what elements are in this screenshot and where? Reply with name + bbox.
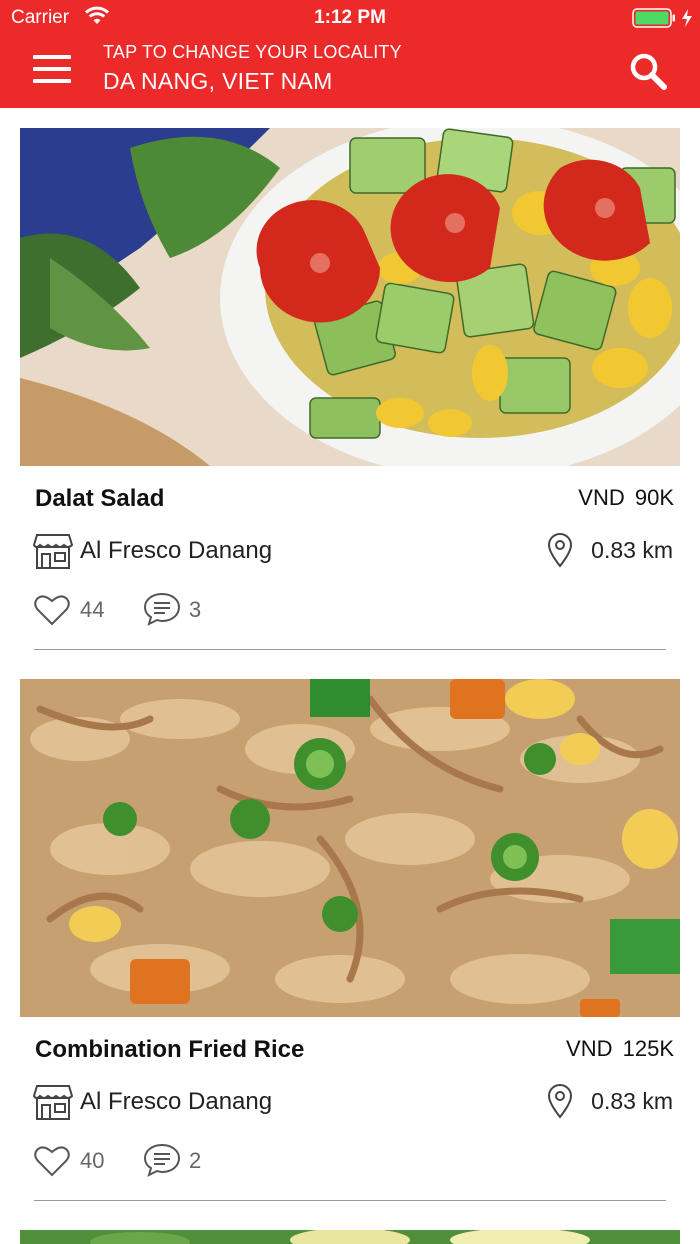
salad-photo[interactable] — [20, 128, 680, 466]
locality-name: DA NANG, VIET NAM — [103, 68, 333, 94]
distance: 0.83 km — [591, 537, 673, 563]
status-time: 1:12 PM — [314, 7, 386, 28]
battery-icon — [632, 8, 675, 28]
likes-count: 44 — [80, 597, 105, 622]
comment-icon[interactable] — [143, 1142, 181, 1178]
next-dish-photo[interactable] — [20, 1230, 680, 1244]
divider — [34, 649, 666, 650]
store-icon — [33, 1085, 73, 1120]
search-icon[interactable] — [628, 52, 670, 92]
heart-icon[interactable] — [33, 593, 71, 627]
hamburger-menu-icon[interactable] — [30, 52, 74, 88]
fried-rice-photo[interactable] — [20, 679, 680, 1017]
comment-icon[interactable] — [143, 591, 181, 627]
comments-count: 2 — [189, 1148, 202, 1173]
dish-price: VND 125K — [566, 1036, 674, 1061]
distance: 0.83 km — [591, 1088, 673, 1114]
store-icon — [33, 534, 73, 569]
likes-count: 40 — [80, 1148, 105, 1173]
dish-price: VND 90K — [578, 485, 674, 510]
locality-selector[interactable]: TAP TO CHANGE YOUR LOCALITY DA NANG, VIE… — [103, 40, 583, 100]
restaurant-name[interactable]: Al Fresco Danang — [80, 1088, 272, 1116]
dish-name[interactable]: Combination Fried Rice — [35, 1036, 304, 1064]
divider — [34, 1200, 666, 1201]
dish-name[interactable]: Dalat Salad — [35, 485, 164, 513]
restaurant-name[interactable]: Al Fresco Danang — [80, 537, 272, 565]
status-bar: Carrier 1:12 PM — [0, 0, 700, 36]
heart-icon[interactable] — [33, 1144, 71, 1178]
location-pin-icon — [547, 1084, 573, 1119]
comments-count: 3 — [189, 597, 202, 622]
charging-bolt-icon — [682, 9, 692, 27]
locality-hint: TAP TO CHANGE YOUR LOCALITY — [103, 42, 402, 62]
location-pin-icon — [547, 533, 573, 568]
dish-card[interactable]: Dalat Salad VND 90K Al Fresco Danang 0.8… — [0, 128, 700, 653]
app-header: Carrier 1:12 PM TAP TO CHANGE YOUR LOCAL… — [0, 0, 700, 108]
dish-card[interactable]: Combination Fried Rice VND 125K Al Fresc… — [0, 679, 700, 1204]
